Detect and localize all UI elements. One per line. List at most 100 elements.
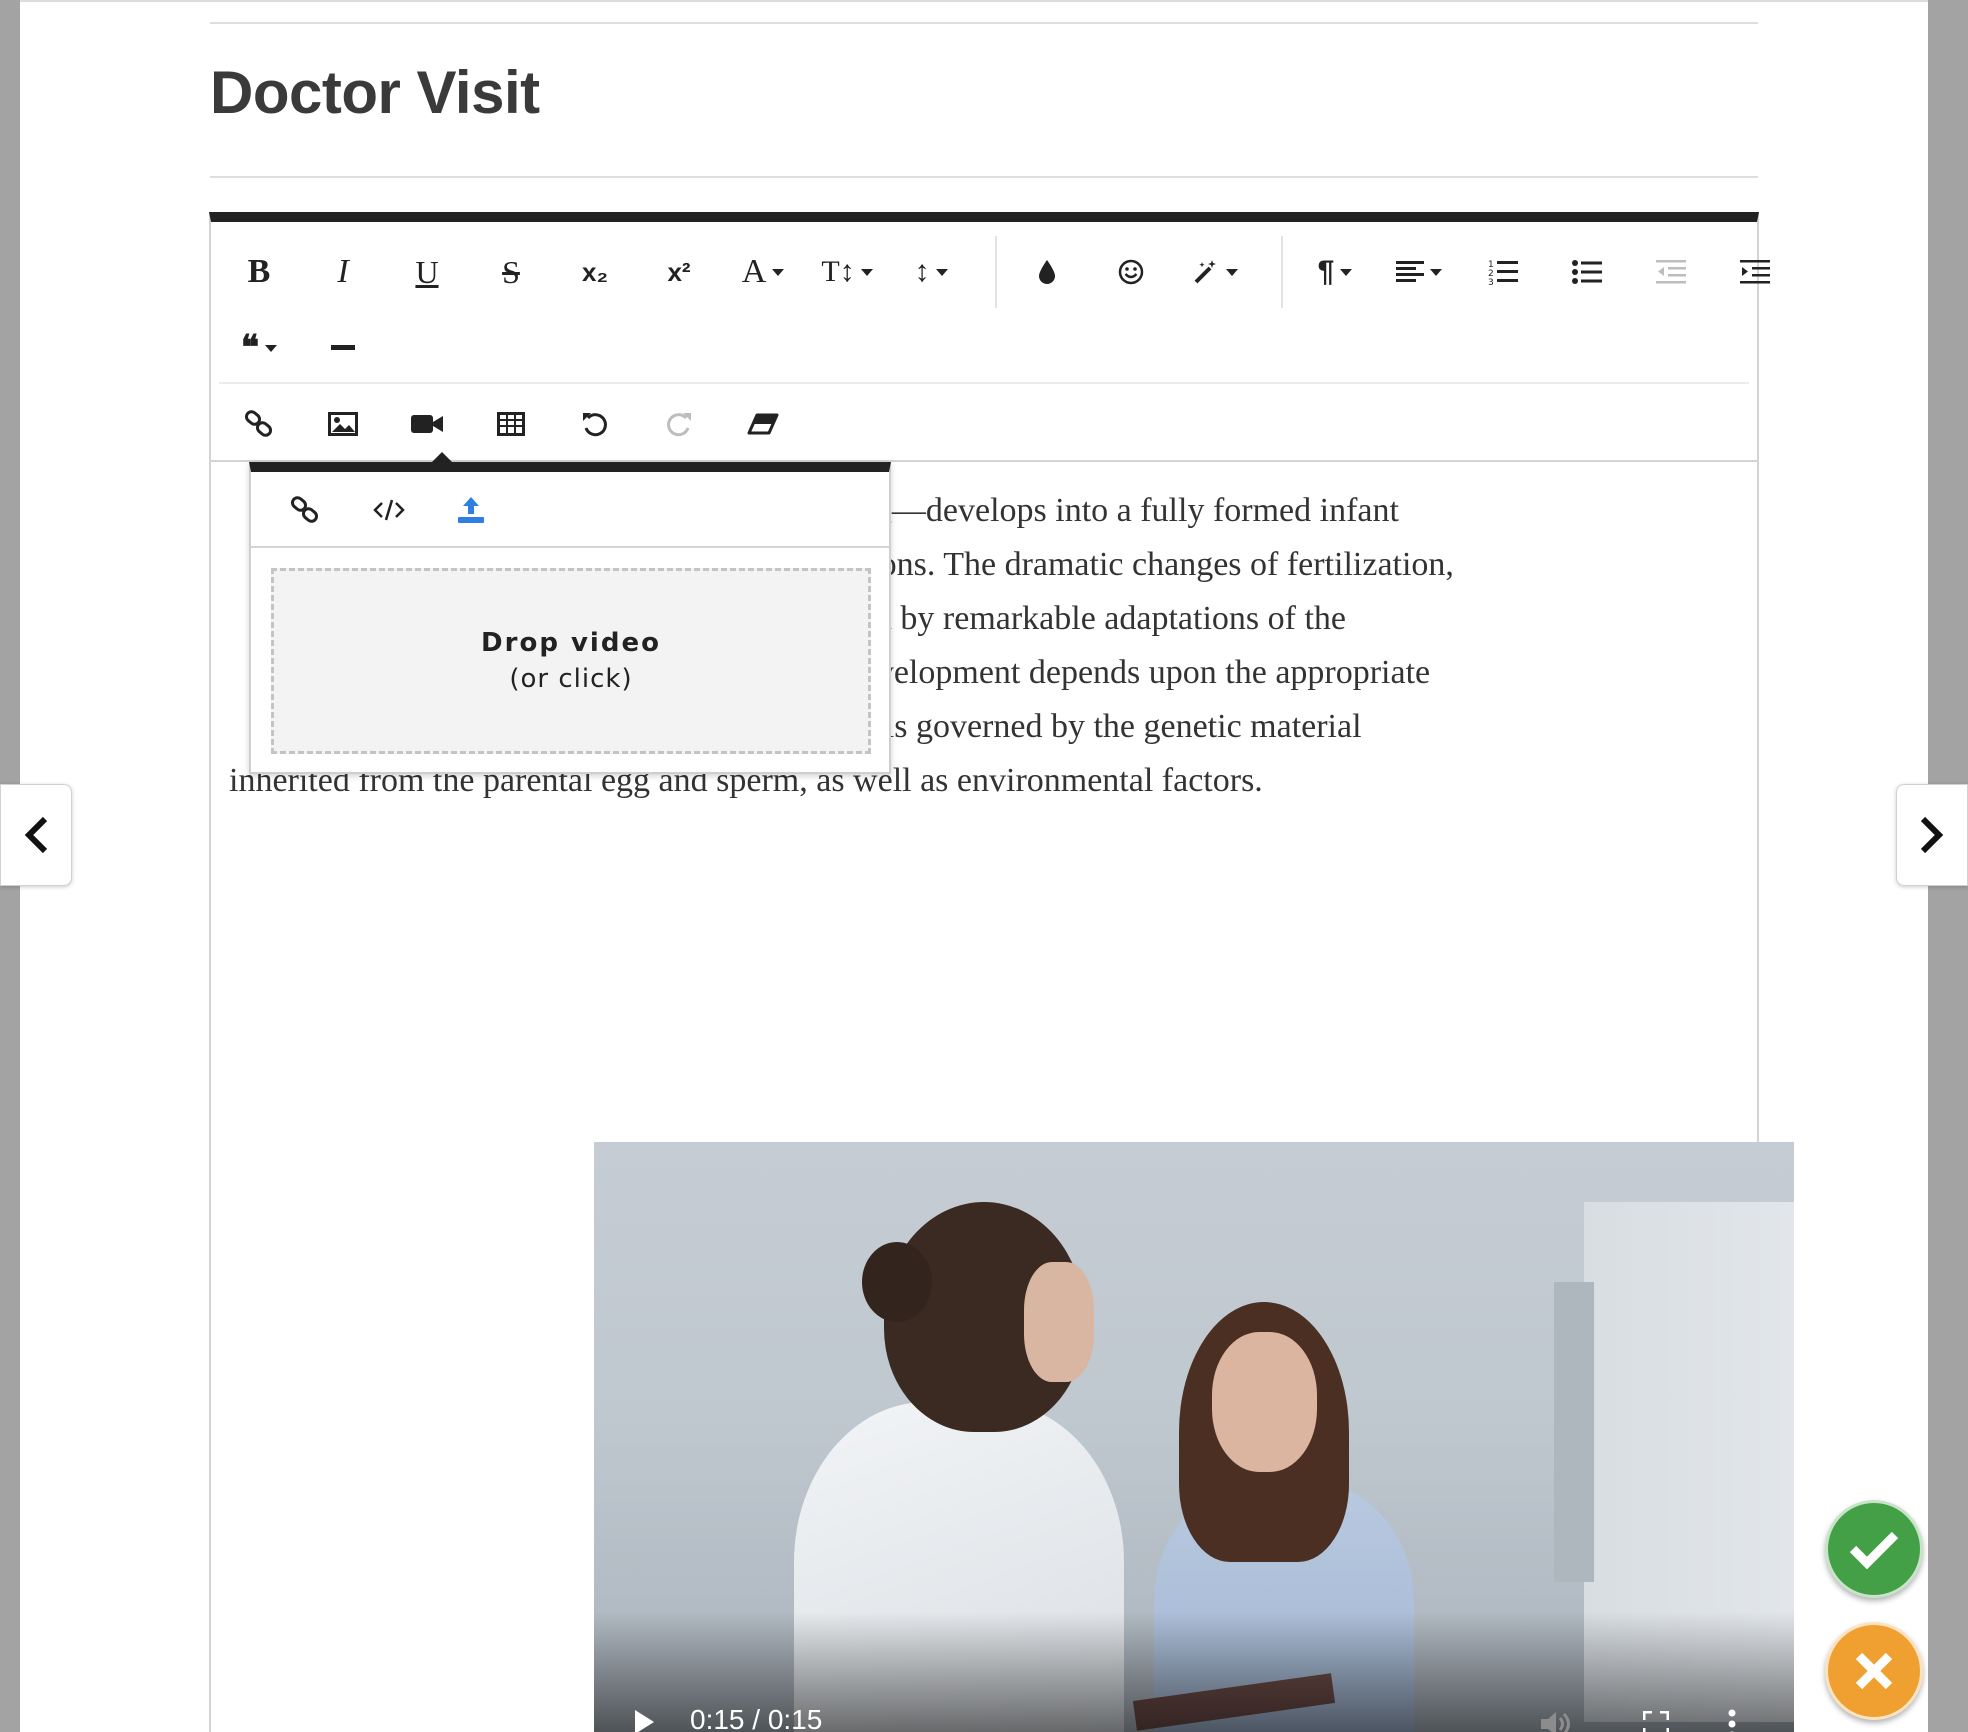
editor-toolbar: B I U S x₂ x² A T↕ ↕ ¶ 1 2 3 ❝ <box>211 222 1770 462</box>
subscript-icon: x₂ <box>581 256 608 287</box>
toolbar-separator <box>1281 236 1283 308</box>
font-family-dropdown[interactable]: A <box>727 242 799 302</box>
volume-icon <box>1541 1712 1570 1732</box>
page-title: Doctor Visit <box>210 59 540 126</box>
underline-button[interactable]: U <box>391 242 463 302</box>
svg-text:3: 3 <box>1488 278 1494 286</box>
smiley-icon <box>1118 259 1144 285</box>
page: Doctor Visit B I U S x₂ x² A T↕ ↕ ¶ 1 2 … <box>20 0 1928 1732</box>
chevron-left-icon <box>24 816 48 854</box>
magic-wand-icon <box>1194 260 1216 284</box>
close-icon <box>1855 1652 1893 1690</box>
video-scene-doctor-bun <box>862 1242 932 1322</box>
bold-button[interactable]: B <box>223 242 295 302</box>
line-height-icon: ↕ <box>914 255 930 288</box>
italic-button[interactable]: I <box>307 242 379 302</box>
play-button[interactable] <box>624 1702 664 1732</box>
toolbar-separator <box>995 236 997 308</box>
outdent-icon <box>1656 260 1686 284</box>
ordered-list-button[interactable]: 123 <box>1467 242 1539 302</box>
align-dropdown[interactable] <box>1383 242 1455 302</box>
horizontal-line-button[interactable] <box>307 318 379 378</box>
chevron-down-icon <box>772 268 785 276</box>
more-vertical-icon <box>1728 1709 1736 1732</box>
popup-arrow <box>432 452 452 462</box>
chevron-down-icon <box>935 268 948 276</box>
video-scene-patient-face <box>1212 1332 1317 1472</box>
paragraph-icon: ¶ <box>1317 255 1335 288</box>
video-player[interactable]: 0:15 / 0:15 <box>594 1142 1794 1732</box>
chevron-down-icon <box>860 268 873 276</box>
superscript-button[interactable]: x² <box>643 242 715 302</box>
title-rule <box>210 176 1758 178</box>
rich-text-editor[interactable]: B I U S x₂ x² A T↕ ↕ ¶ 1 2 3 ❝ egg—devel… <box>209 212 1794 1732</box>
inline-style-dropdown[interactable] <box>1179 242 1251 302</box>
bold-icon: B <box>247 253 271 290</box>
chevron-down-icon <box>1226 268 1238 276</box>
strikethrough-button[interactable]: S <box>475 242 547 302</box>
font-family-icon: A <box>741 253 767 290</box>
fullscreen-button[interactable] <box>1634 1702 1678 1732</box>
embed-code-icon <box>373 499 405 521</box>
redo-button[interactable] <box>643 394 715 454</box>
superscript-icon: x² <box>667 256 691 287</box>
strikethrough-icon: S <box>502 253 520 290</box>
upload-icon <box>458 497 484 523</box>
video-by-url-tab[interactable] <box>271 480 339 540</box>
quote-icon: ❝ <box>240 329 260 367</box>
top-rule <box>210 22 1758 24</box>
confirm-button[interactable] <box>1825 1500 1923 1598</box>
video-dropzone[interactable]: Drop video (or click) <box>271 568 871 754</box>
play-icon <box>635 1710 654 1732</box>
subscript-button[interactable]: x₂ <box>559 242 631 302</box>
cancel-button[interactable] <box>1825 1622 1923 1720</box>
chevron-down-icon <box>1430 268 1442 276</box>
insert-video-button[interactable] <box>391 394 463 454</box>
unordered-list-button[interactable] <box>1551 242 1623 302</box>
indent-icon <box>1740 260 1770 284</box>
insert-table-button[interactable] <box>475 394 547 454</box>
bullet-list-icon <box>1572 260 1602 284</box>
undo-icon <box>583 413 607 437</box>
next-button[interactable] <box>1896 784 1968 886</box>
dropzone-subtitle: (or click) <box>509 664 633 694</box>
emoticons-button[interactable] <box>1095 242 1167 302</box>
popup-tabs <box>251 472 889 548</box>
droplet-icon <box>1039 260 1055 284</box>
dropzone-title: Drop video <box>481 628 661 658</box>
more-options-button[interactable] <box>1710 1702 1754 1732</box>
align-left-icon <box>1396 261 1424 282</box>
check-icon <box>1849 1531 1899 1569</box>
fullscreen-icon <box>1643 1711 1669 1732</box>
undo-button[interactable] <box>559 394 631 454</box>
toolbar-divider <box>219 382 1749 384</box>
previous-button[interactable] <box>0 784 72 886</box>
link-icon <box>244 410 273 437</box>
line-height-dropdown[interactable]: ↕ <box>895 242 967 302</box>
link-icon <box>290 496 319 523</box>
insert-video-popup: Drop video (or click) <box>249 462 891 774</box>
table-icon <box>497 412 525 436</box>
horizontal-line-icon <box>331 345 355 350</box>
quote-dropdown[interactable]: ❝ <box>223 318 295 378</box>
ordered-list-icon: 123 <box>1488 260 1518 286</box>
mute-button[interactable] <box>1534 1702 1578 1732</box>
paragraph-format-dropdown[interactable]: ¶ <box>1299 242 1371 302</box>
video-embed-tab[interactable] <box>355 480 423 540</box>
eraser-icon <box>747 413 779 435</box>
insert-image-button[interactable] <box>307 394 379 454</box>
font-size-dropdown[interactable]: T↕ <box>811 242 883 302</box>
indent-button[interactable] <box>1719 242 1791 302</box>
clear-formatting-button[interactable] <box>727 394 799 454</box>
text-color-button[interactable] <box>1011 242 1083 302</box>
video-time: 0:15 / 0:15 <box>690 1704 823 1732</box>
redo-icon <box>667 413 691 437</box>
chevron-right-icon <box>1920 816 1944 854</box>
image-icon <box>328 412 358 436</box>
video-scene-doctor-face <box>1024 1262 1094 1382</box>
font-size-icon: T↕ <box>821 255 855 288</box>
outdent-button[interactable] <box>1635 242 1707 302</box>
video-upload-tab[interactable] <box>437 480 505 540</box>
insert-link-button[interactable] <box>223 394 295 454</box>
underline-icon: U <box>415 253 439 290</box>
